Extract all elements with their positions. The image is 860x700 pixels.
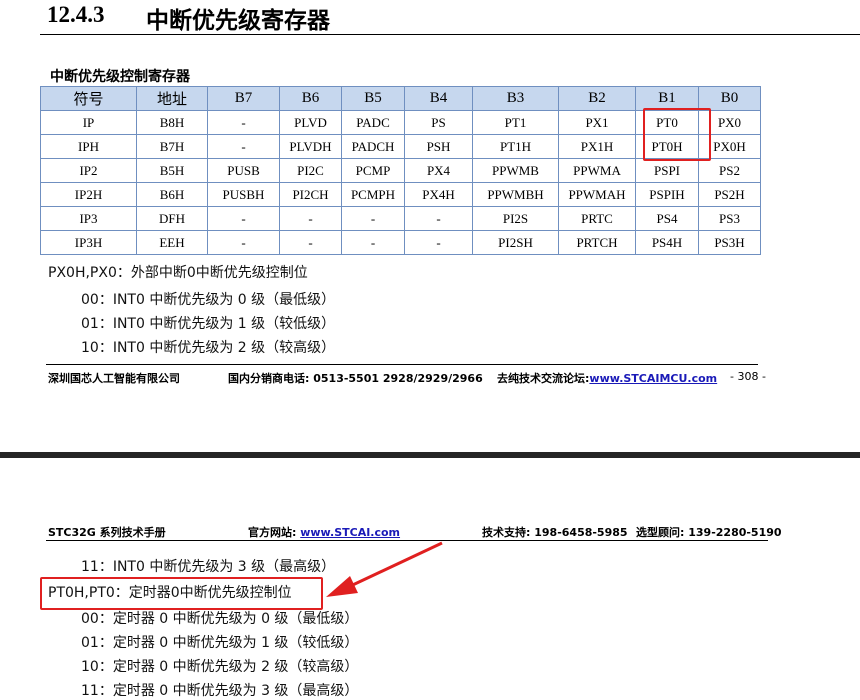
annotation-arrow <box>326 541 443 597</box>
arrow-head <box>326 576 358 597</box>
arrow-shaft <box>341 541 443 592</box>
